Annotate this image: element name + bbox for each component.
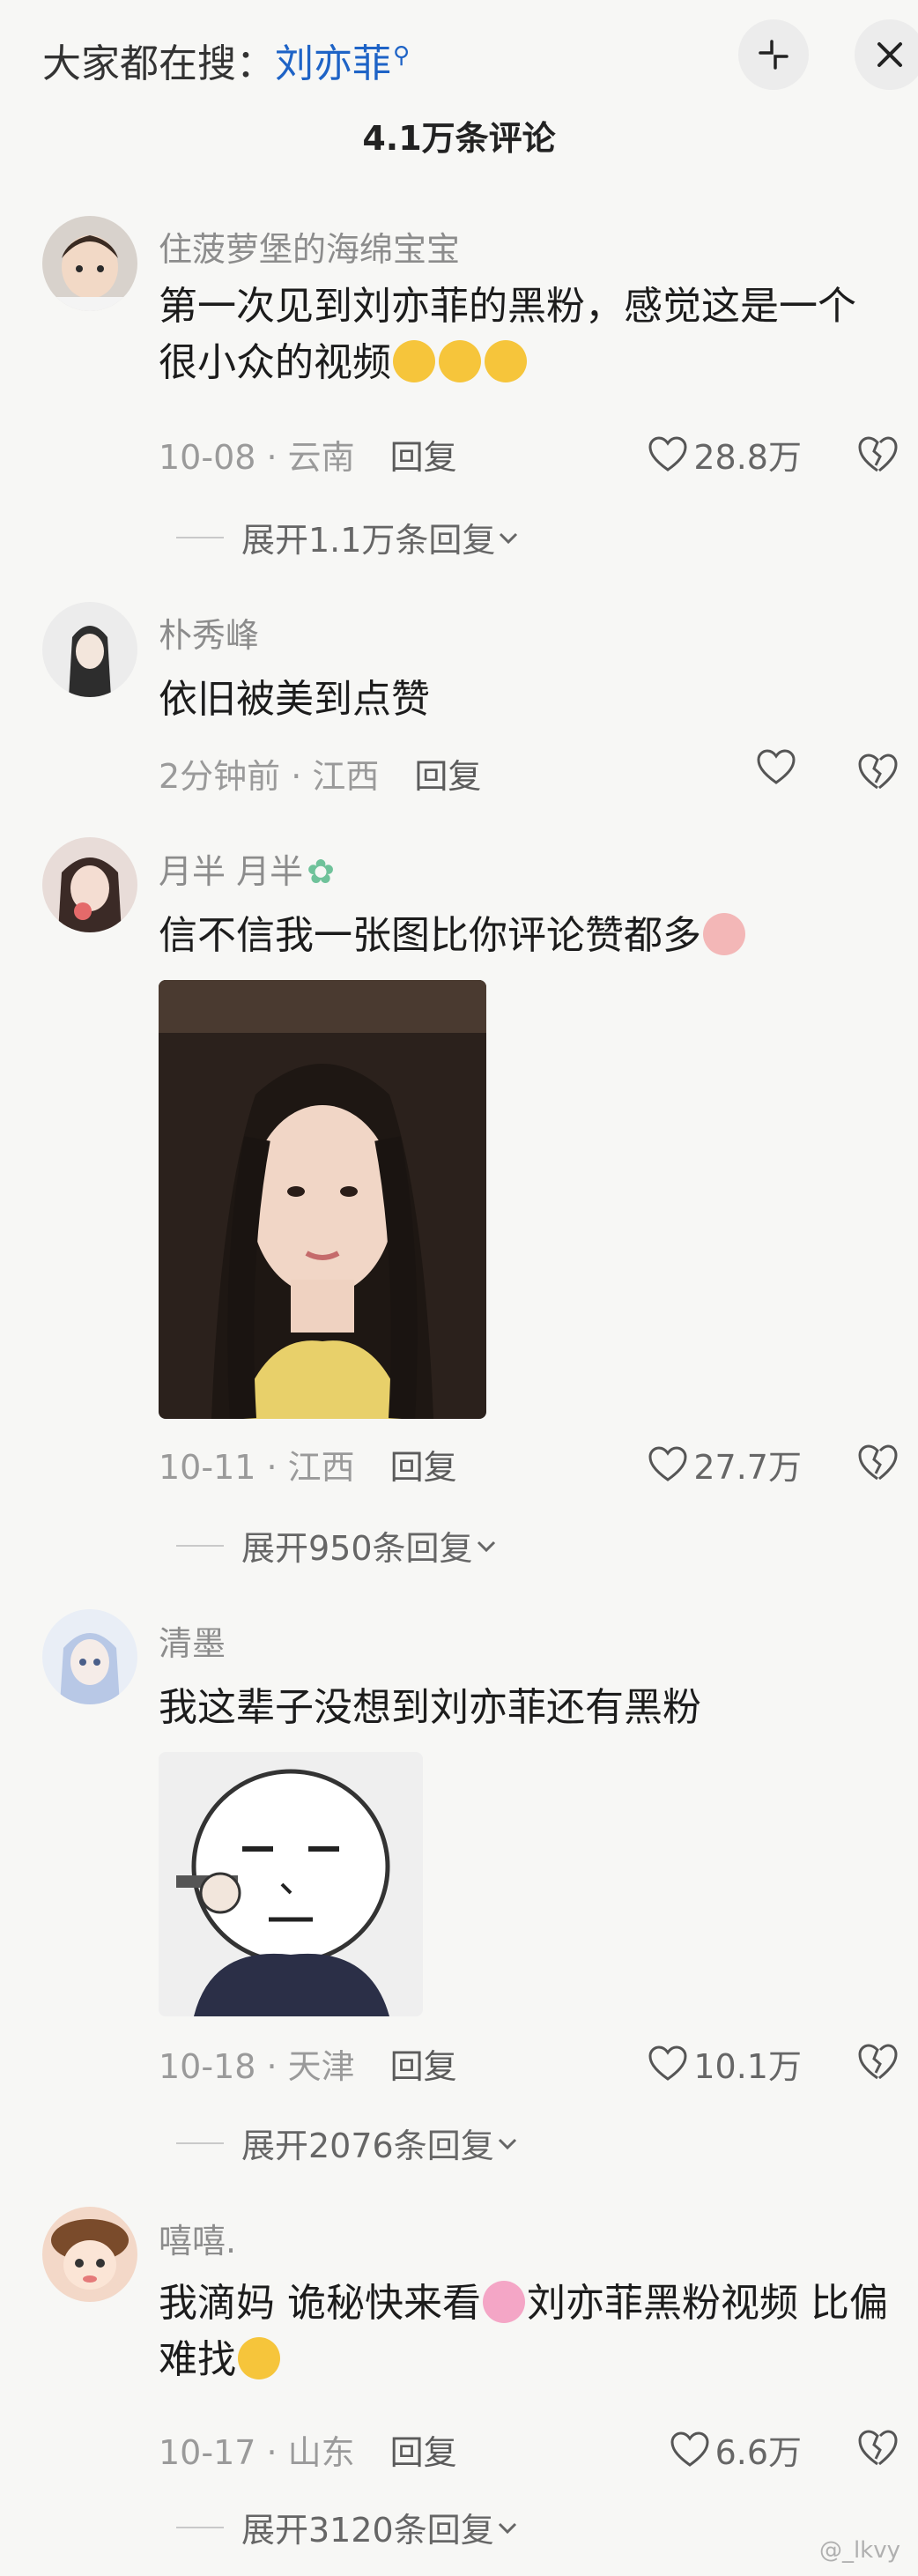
laugh-cry-emoji-icon (439, 340, 481, 382)
hug-emoji-icon (483, 2281, 525, 2323)
avatar[interactable] (42, 602, 137, 697)
like-button[interactable]: 28.8万 (648, 430, 802, 479)
dislike-icon[interactable] (856, 1442, 899, 1484)
search-prefix: 大家都在搜： (42, 41, 275, 86)
fairy-emoji-icon: ✿ (307, 852, 335, 891)
reply-button[interactable]: 回复 (390, 438, 457, 477)
like-count: 28.8万 (693, 438, 802, 477)
avatar[interactable] (42, 837, 137, 932)
avatar[interactable] (42, 216, 137, 311)
date-location: 10-17 · 山东 (159, 2433, 355, 2472)
expand-replies-button[interactable]: 展开2076条回复 (176, 2119, 521, 2167)
expand-replies-button[interactable]: 展开3120条回复 (176, 2503, 521, 2551)
chevron-down-icon (498, 2138, 516, 2149)
collapse-icon (759, 40, 788, 70)
dislike-icon[interactable] (856, 434, 899, 476)
like-count: 27.7万 (693, 1448, 802, 1487)
heart-icon (670, 2431, 709, 2467)
heart-icon (648, 1445, 687, 1481)
comment-meta: 10-11 · 江西 回复 (159, 1440, 457, 1488)
minimize-button[interactable] (738, 19, 809, 90)
wink-emoji-icon (238, 2337, 280, 2379)
username[interactable]: 朴秀峰 (159, 608, 259, 657)
comment-text: 信不信我一张图比你评论赞都多 (159, 908, 890, 964)
comment-text: 依旧被美到点赞 (159, 677, 430, 722)
heart-icon (648, 2045, 687, 2081)
reply-button[interactable]: 回复 (390, 2047, 457, 2086)
expand-replies-button[interactable]: 展开1.1万条回复 (176, 513, 522, 561)
dislike-icon[interactable] (856, 2427, 899, 2469)
search-keyword[interactable]: 刘亦菲 (275, 41, 391, 86)
watermark: @_lkvy (818, 2537, 900, 2564)
laugh-cry-emoji-icon (393, 340, 435, 382)
like-count: 6.6万 (714, 2433, 802, 2472)
like-button[interactable]: 27.7万 (648, 1440, 802, 1488)
heart-icon (648, 435, 687, 471)
dislike-icon[interactable] (856, 2041, 899, 2083)
comment-count-title: 4.1万条评论 (362, 119, 556, 158)
search-icon: ⚲ (393, 42, 411, 70)
like-button[interactable]: 6.6万 (670, 2425, 802, 2474)
comment-meta: 10-08 · 云南 回复 (159, 430, 457, 479)
like-button[interactable]: 10.1万 (648, 2039, 802, 2088)
comment-image[interactable] (159, 980, 486, 1419)
pig-emoji-icon (703, 913, 745, 955)
expand-replies-button[interactable]: 展开950条回复 (176, 1521, 500, 1570)
comment-meta: 10-17 · 山东 回复 (159, 2425, 457, 2474)
avatar[interactable] (42, 2207, 137, 2302)
reply-button[interactable]: 回复 (390, 2433, 457, 2472)
reply-button[interactable]: 回复 (414, 757, 481, 796)
comment-image[interactable] (159, 1752, 423, 2016)
date-location: 2分钟前 · 江西 (159, 757, 380, 796)
close-icon (877, 42, 902, 67)
chevron-down-icon (477, 1540, 495, 1552)
date-location: 10-11 · 江西 (159, 1448, 355, 1487)
reply-button[interactable]: 回复 (390, 1448, 457, 1487)
chevron-down-icon (500, 532, 518, 544)
comment-meta: 10-18 · 天津 回复 (159, 2039, 457, 2088)
chevron-down-icon (498, 2522, 516, 2534)
header: 大家都在搜：刘亦菲⚲ 4.1万条评论 (0, 0, 918, 176)
laugh-cry-emoji-icon (485, 340, 527, 382)
close-button[interactable] (855, 19, 918, 90)
date-location: 10-08 · 云南 (159, 438, 355, 477)
comment-text: 第一次见到刘亦菲的黑粉，感觉这是一个很小众的视频 (159, 284, 856, 385)
comment-text: 我这辈子没想到刘亦菲还有黑粉 (159, 1685, 701, 1730)
username[interactable]: 住菠萝堡的海绵宝宝 (159, 222, 460, 271)
heart-icon (757, 749, 796, 784)
like-button[interactable] (756, 749, 802, 786)
username[interactable]: 月半 月半 ✿ (159, 844, 335, 893)
dislike-icon[interactable] (856, 751, 899, 793)
avatar[interactable] (42, 1609, 137, 1704)
date-location: 10-18 · 天津 (159, 2047, 355, 2086)
search-suggestion[interactable]: 大家都在搜：刘亦菲⚲ (42, 32, 410, 88)
comment-meta: 2分钟前 · 江西 回复 (159, 749, 481, 798)
username[interactable]: 清墨 (159, 1616, 226, 1665)
like-count: 10.1万 (693, 2047, 802, 2086)
username[interactable]: 嘻嘻. (159, 2214, 236, 2262)
comment-text: 我滴妈 诡秘快来看 刘亦菲黑粉视频 比偏难找 (159, 2281, 888, 2382)
